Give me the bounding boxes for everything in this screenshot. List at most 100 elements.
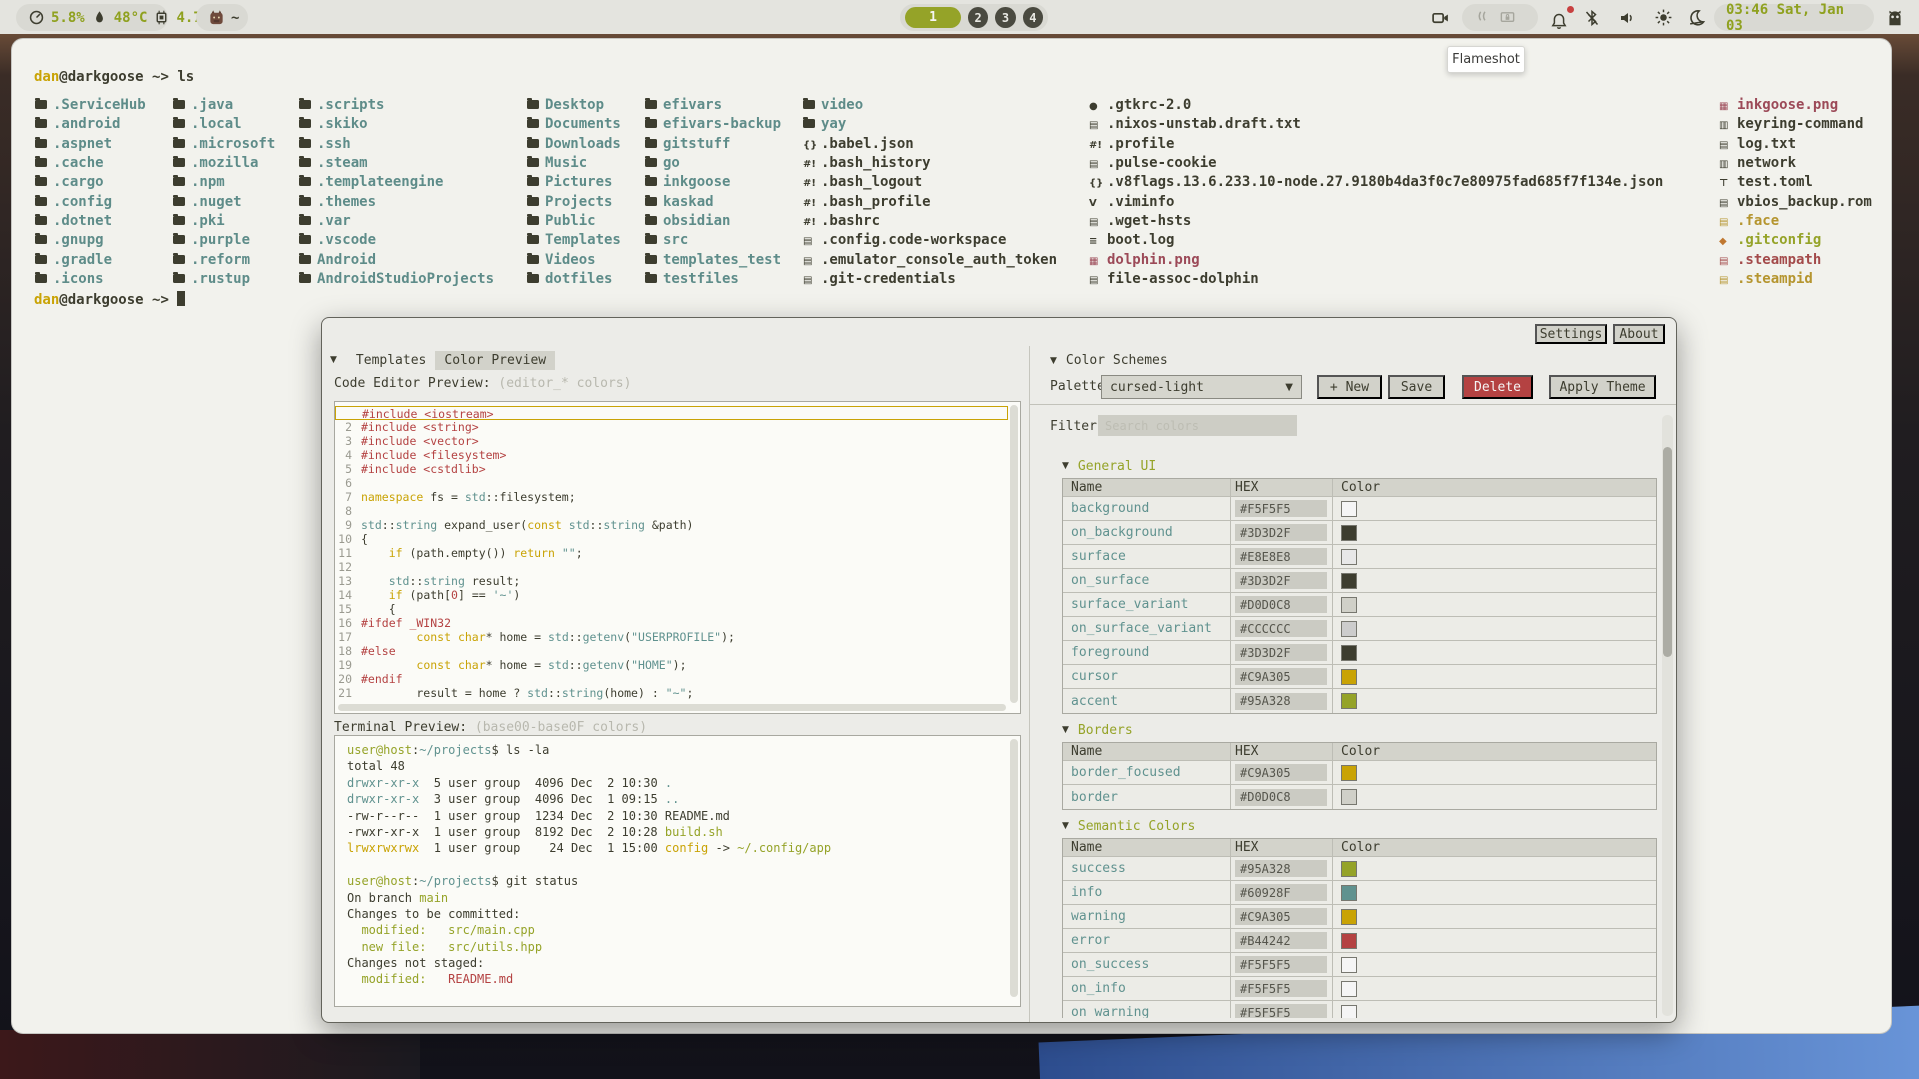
editor-vertical-scrollbar[interactable] [1010,405,1018,703]
file-entry[interactable]: .templateengine [299,173,494,192]
apply-theme-button[interactable]: Apply Theme [1549,375,1656,399]
terminal-preview[interactable]: user@host:~/projects$ ls -latotal 48drwx… [334,735,1021,1007]
color-row[interactable]: foreground#3D3D2F [1063,641,1656,665]
about-button[interactable]: About [1613,324,1665,344]
file-entry[interactable]: testfiles [645,270,781,289]
color-row[interactable]: on_warning#F5F5F5 [1063,1001,1656,1018]
workspace-1-active[interactable]: 1 [905,7,961,28]
hex-value[interactable]: #C9A305 [1235,764,1327,781]
file-entry[interactable]: .icons [35,270,146,289]
hex-value[interactable]: #D0D0C8 [1235,789,1327,806]
file-entry[interactable]: .purple [173,231,275,250]
file-entry[interactable]: .themes [299,193,494,212]
color-row[interactable]: border_focused#C9A305 [1063,761,1656,785]
file-entry[interactable]: ▤.face [1719,212,1872,231]
editor-horizontal-scrollbar[interactable] [338,704,1006,711]
filter-input[interactable] [1098,415,1297,436]
color-row[interactable]: on_background#3D3D2F [1063,521,1656,545]
hex-value[interactable]: #3D3D2F [1235,572,1327,589]
workspace-4[interactable]: 4 [1023,7,1043,28]
file-entry[interactable]: Videos [527,251,621,270]
file-entry[interactable]: ▦dolphin.png [1089,251,1663,270]
file-entry[interactable]: video [803,96,1057,115]
file-entry[interactable]: ▤.steampid [1719,270,1872,289]
file-entry[interactable]: AndroidStudioProjects [299,270,494,289]
file-entry[interactable]: .android [35,115,146,134]
file-entry[interactable]: Projects [527,193,621,212]
file-entry[interactable]: .cargo [35,173,146,192]
file-entry[interactable]: ▥network [1719,154,1872,173]
color-swatch[interactable] [1341,573,1357,589]
file-entry[interactable]: .var [299,212,494,231]
color-row[interactable]: on_success#F5F5F5 [1063,953,1656,977]
file-entry[interactable]: Pictures [527,173,621,192]
file-entry[interactable]: .skiko [299,115,494,134]
file-entry[interactable]: .config [35,193,146,212]
delete-button[interactable]: Delete [1462,375,1533,399]
color-swatch[interactable] [1341,549,1357,565]
color-row[interactable]: border#D0D0C8 [1063,785,1656,809]
file-entry[interactable]: ▤.wget-hsts [1089,212,1663,231]
hex-value[interactable]: #C9A305 [1235,668,1327,685]
color-swatch[interactable] [1341,621,1357,637]
bluetooth-off-icon[interactable] [1578,4,1606,31]
file-entry[interactable]: #!.bashrc [803,212,1057,231]
file-entry[interactable]: Documents [527,115,621,134]
file-entry[interactable]: Templates [527,231,621,250]
hex-value[interactable]: #F5F5F5 [1235,1004,1327,1018]
color-swatch[interactable] [1341,861,1357,877]
file-entry[interactable]: .vscode [299,231,494,250]
color-row[interactable]: warning#C9A305 [1063,905,1656,929]
palette-dropdown[interactable]: cursed-light ▼ [1101,375,1302,399]
file-entry[interactable]: Music [527,154,621,173]
file-entry[interactable]: .cache [35,154,146,173]
color-swatch[interactable] [1341,933,1357,949]
file-entry[interactable]: kaskad [645,193,781,212]
file-entry[interactable]: ▤.steampath [1719,251,1872,270]
volume-icon[interactable] [1613,4,1641,31]
hex-value[interactable]: #C9A305 [1235,908,1327,925]
hex-value[interactable]: #F5F5F5 [1235,980,1327,997]
file-entry[interactable]: .rustup [173,270,275,289]
file-entry[interactable]: #!.bash_profile [803,193,1057,212]
file-entry[interactable]: #!.bash_logout [803,173,1057,192]
hex-value[interactable]: #B44242 [1235,932,1327,949]
file-entry[interactable]: .nuget [173,193,275,212]
hex-value[interactable]: #95A328 [1235,693,1327,710]
color-swatch[interactable] [1341,909,1357,925]
color-swatch[interactable] [1341,789,1357,805]
color-swatch[interactable] [1341,765,1357,781]
file-entry[interactable]: yay [803,115,1057,134]
tab-templates[interactable]: Templates [347,351,435,370]
color-row[interactable]: cursor#C9A305 [1063,665,1656,689]
tab-color-preview[interactable]: Color Preview [435,351,555,370]
system-stats-pill[interactable]: 5.8% 48°C 4.7G [16,4,168,31]
file-entry[interactable]: .java [173,96,275,115]
file-entry[interactable]: .scripts [299,96,494,115]
color-row[interactable]: background#F5F5F5 [1063,497,1656,521]
file-entry[interactable]: Desktop [527,96,621,115]
color-swatch[interactable] [1341,1005,1357,1019]
file-entry[interactable]: templates_test [645,251,781,270]
color-swatch[interactable] [1341,693,1357,709]
new-palette-button[interactable]: + New [1317,375,1382,399]
file-entry[interactable]: gitstuff [645,135,781,154]
recording-indicator-icon[interactable] [1474,9,1492,27]
file-entry[interactable]: Downloads [527,135,621,154]
clock-pill[interactable]: 03:46 Sat, Jan 03 [1714,4,1874,31]
file-entry[interactable]: {}.v8flags.13.6.233.10-node.27.9180b4da3… [1089,173,1663,192]
hex-value[interactable]: #D0D0C8 [1235,596,1327,613]
hex-value[interactable]: #3D3D2F [1235,644,1327,661]
theme-manager-dialog[interactable]: Settings About ▼ Templates Color Preview… [321,317,1677,1023]
file-entry[interactable]: .ServiceHub [35,96,146,115]
file-entry[interactable]: efivars-backup [645,115,781,134]
hex-value[interactable]: #F5F5F5 [1235,500,1327,517]
file-entry[interactable]: .reform [173,251,275,270]
screen-lock-icon[interactable] [1498,9,1516,27]
collapse-icon[interactable]: ▼ [1062,461,1069,471]
file-entry[interactable]: src [645,231,781,250]
file-entry[interactable]: V.viminfo [1089,193,1663,212]
collapse-icon[interactable]: ▼ [1062,725,1069,735]
color-swatch[interactable] [1341,669,1357,685]
hex-value[interactable]: #60928F [1235,884,1327,901]
